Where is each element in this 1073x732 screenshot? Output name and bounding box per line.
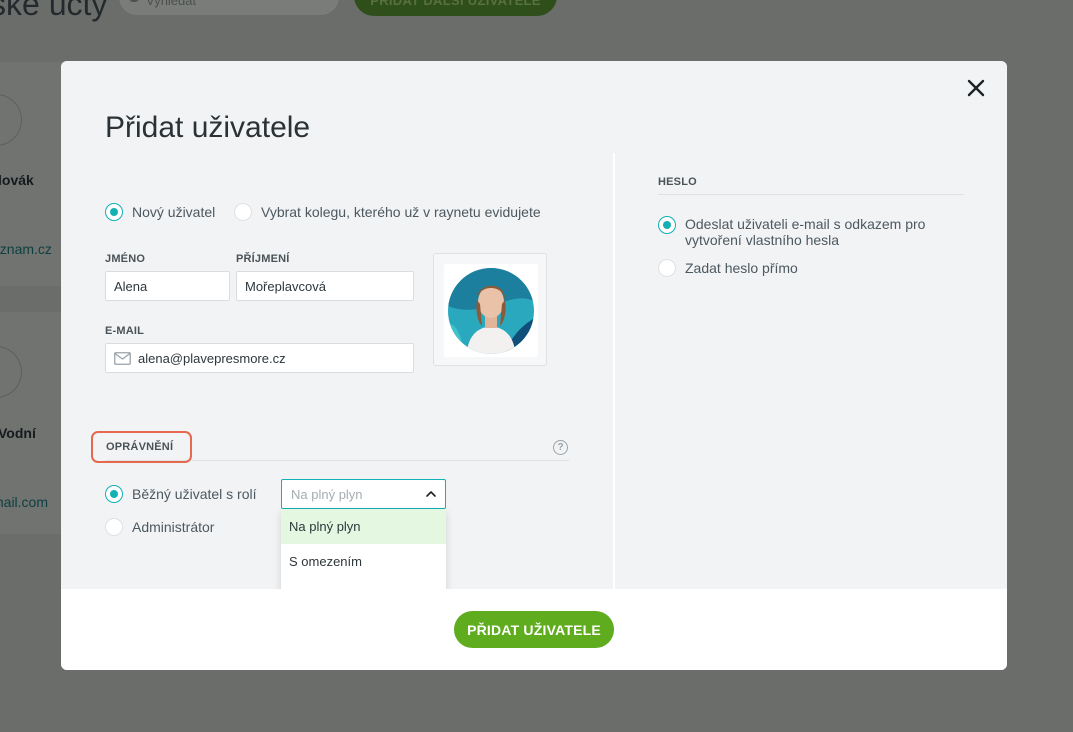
radio-send-password-email-label: Odeslat uživateli e-mail s odkazem pro v…: [685, 216, 926, 248]
close-button[interactable]: [965, 77, 987, 99]
permissions-label: OPRÁVNĚNÍ: [91, 431, 192, 463]
last-name-input[interactable]: Mořeplavcová: [236, 271, 414, 301]
modal-title: Přidat uživatele: [105, 111, 311, 144]
email-value: alena@plavepresmore.cz: [138, 350, 286, 366]
radio-set-password-directly[interactable]: Zadat heslo přímo: [658, 259, 798, 277]
radio-new-user-label: Nový uživatel: [132, 204, 216, 220]
radio-dot-checked: [105, 485, 123, 503]
email-label: E-MAIL: [105, 325, 145, 337]
radio-send-password-email[interactable]: Odeslat uživateli e-mail s odkazem pro v…: [658, 216, 955, 248]
last-name-label: PŘÍJMENÍ: [236, 253, 290, 265]
first-name-label: JMÉNO: [105, 253, 146, 265]
role-option[interactable]: Na plný plyn: [281, 509, 446, 544]
radio-role-user[interactable]: Běžný uživatel s rolí: [105, 485, 257, 503]
radio-dot-checked: [658, 216, 676, 234]
bg-user-email: eznam.cz: [0, 241, 52, 257]
bg-search-placeholder: Vyhledat: [146, 0, 197, 8]
role-select-placeholder: Na plný plyn: [291, 486, 363, 502]
radio-dot: [105, 518, 123, 536]
role-select[interactable]: Na plný plyn: [281, 479, 446, 509]
close-icon: [967, 79, 985, 97]
last-name-value: Mořeplavcová: [245, 278, 326, 294]
column-divider: [613, 153, 615, 589]
radio-role-user-label: Běžný uživatel s rolí: [132, 486, 257, 502]
question-circle-icon[interactable]: ?: [553, 440, 568, 455]
add-user-modal: Přidat uživatele Nový uživatel Vybrat ko…: [61, 61, 1007, 670]
bg-page-title: ské účty: [0, 0, 108, 22]
radio-dot: [658, 259, 676, 277]
radio-administrator[interactable]: Administrátor: [105, 518, 214, 536]
radio-administrator-label: Administrátor: [132, 519, 215, 535]
bg-user-name: Vodní: [0, 425, 36, 441]
avatar-frame: [444, 264, 538, 357]
envelope-icon: [114, 351, 131, 365]
radio-dot: [234, 203, 252, 221]
radio-dot-checked: [105, 203, 123, 221]
radio-existing-colleague[interactable]: Vybrat kolegu, kterého už v raynetu evid…: [234, 203, 541, 221]
radio-existing-colleague-label: Vybrat kolegu, kterého už v raynetu evid…: [261, 204, 541, 220]
avatar-upload[interactable]: [433, 253, 547, 366]
avatar-photo: [448, 268, 534, 354]
add-user-submit-button[interactable]: PŘIDAT UŽIVATELE: [454, 611, 614, 648]
radio-set-password-directly-label: Zadat heslo přímo: [685, 260, 798, 276]
role-option[interactable]: S omezením: [281, 544, 446, 579]
chevron-up-icon: [426, 491, 436, 497]
permissions-label-text: OPRÁVNĚNÍ: [106, 441, 174, 453]
bg-user-email: mail.com: [0, 494, 49, 510]
password-divider: [658, 194, 964, 195]
bg-add-user-button: PŘIDAT DALŠÍ UŽIVATELE: [354, 0, 557, 16]
password-label: HESLO: [658, 176, 697, 188]
bg-user-name: lovák: [0, 172, 34, 188]
first-name-value: Alena: [114, 278, 148, 294]
first-name-input[interactable]: Alena: [105, 271, 230, 301]
email-input[interactable]: alena@plavepresmore.cz: [105, 343, 414, 373]
radio-new-user[interactable]: Nový uživatel: [105, 203, 215, 221]
